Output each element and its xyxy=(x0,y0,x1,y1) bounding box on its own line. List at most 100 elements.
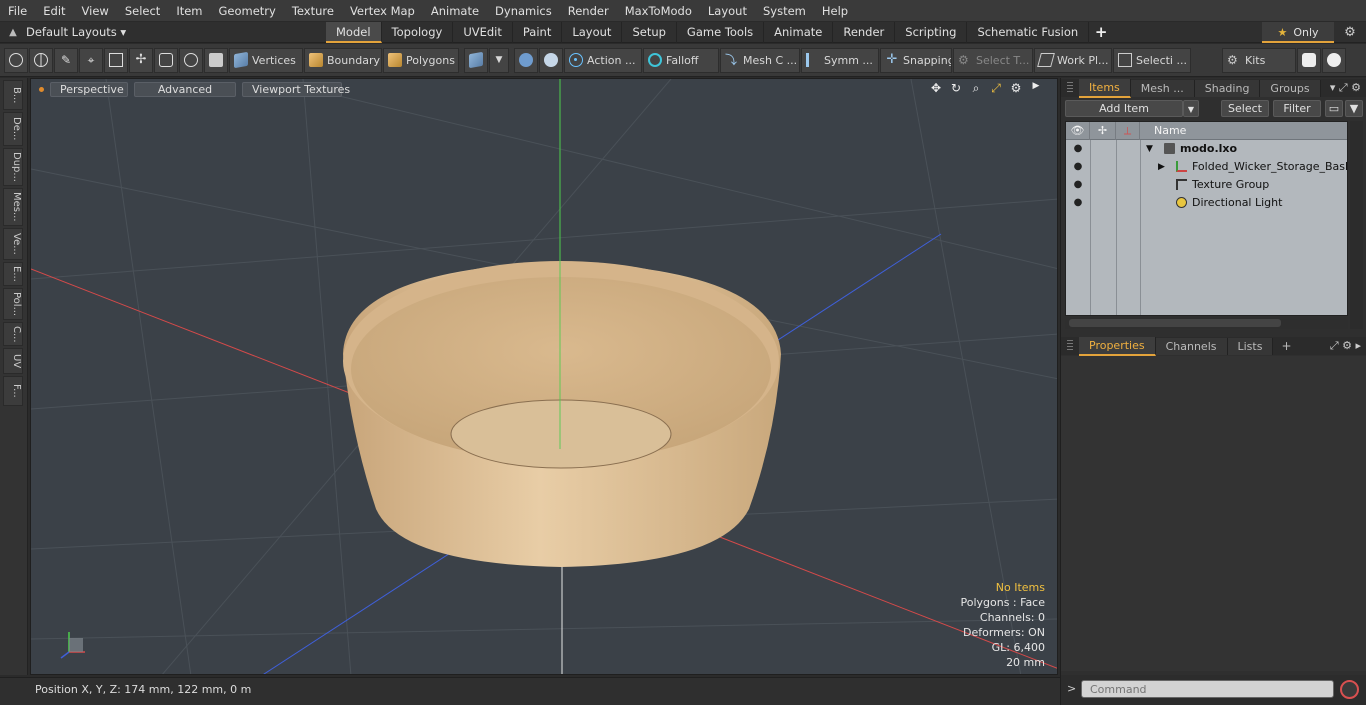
tab-model[interactable]: Model xyxy=(326,21,382,43)
3d-viewport[interactable]: Perspective Advanced Viewport Textures ✥… xyxy=(30,78,1058,675)
panel-options-icon[interactable]: ⤢ ⚙ ▸ xyxy=(1330,337,1361,355)
visibility-eye-icon[interactable]: ● xyxy=(1072,176,1084,194)
falloff-button[interactable]: Falloff xyxy=(643,47,719,73)
tab-game-tools[interactable]: Game Tools xyxy=(677,21,765,43)
tree-row-texture-group[interactable]: ● Texture Group xyxy=(1066,176,1347,194)
tab-groups[interactable]: Groups xyxy=(1260,79,1321,97)
kits-button[interactable]: ⚙ Kits xyxy=(1222,47,1296,73)
tree-horizontal-scrollbar[interactable] xyxy=(1065,317,1348,329)
strip-tab-curve[interactable]: C... xyxy=(3,322,23,346)
strip-tab-edge[interactable]: E... xyxy=(3,262,23,286)
tab-items[interactable]: Items xyxy=(1079,78,1131,98)
strip-tab-fusion[interactable]: F... xyxy=(3,376,23,406)
pivot-toggle-button[interactable] xyxy=(539,47,563,73)
command-input[interactable] xyxy=(1081,680,1334,698)
menu-vertex-map[interactable]: Vertex Map xyxy=(342,0,423,22)
selection-sets-button[interactable]: Selecti ... xyxy=(1113,47,1191,73)
menu-select[interactable]: Select xyxy=(117,0,168,22)
tab-layout[interactable]: Layout xyxy=(562,21,623,43)
panel-options-icon[interactable]: ▾ ⤢ ⚙ xyxy=(1330,79,1361,97)
scrollbar-thumb[interactable] xyxy=(1069,319,1281,327)
frame-button[interactable] xyxy=(154,47,178,73)
brush-tool-button[interactable]: ⌖ xyxy=(79,47,103,73)
align-button[interactable] xyxy=(104,47,128,73)
name-column-header[interactable]: Name xyxy=(1140,122,1347,140)
tab-lists[interactable]: Lists xyxy=(1227,337,1274,355)
timer-button[interactable] xyxy=(179,47,203,73)
menu-geometry[interactable]: Geometry xyxy=(211,0,284,22)
symmetry-button[interactable]: Symm ... xyxy=(801,47,879,73)
tab-render[interactable]: Render xyxy=(833,21,896,43)
polygons-button[interactable]: Polygons xyxy=(383,47,459,73)
menu-file[interactable]: File xyxy=(0,0,35,22)
filter-button[interactable]: Filter xyxy=(1273,100,1321,117)
tree-row-light[interactable]: ● Directional Light xyxy=(1066,194,1347,212)
add-tab-button[interactable]: + xyxy=(1089,23,1113,41)
globe-button[interactable] xyxy=(29,47,53,73)
tab-paint[interactable]: Paint xyxy=(513,21,563,43)
menu-system[interactable]: System xyxy=(755,0,814,22)
lock-column-icon[interactable]: ✢ xyxy=(1090,122,1116,140)
play-arrow-icon[interactable]: ▶ xyxy=(1029,81,1043,96)
record-macro-icon[interactable] xyxy=(1340,680,1359,699)
mode-dropdown-button[interactable]: ▼ xyxy=(489,47,509,73)
viewport-menu-icon[interactable] xyxy=(39,86,44,92)
panel-grip-icon[interactable] xyxy=(1067,340,1073,352)
tab-setup[interactable]: Setup xyxy=(622,21,677,43)
strip-tab-mesh-edit[interactable]: Mes... xyxy=(3,188,23,226)
menu-texture[interactable]: Texture xyxy=(284,0,342,22)
pen-tool-button[interactable]: ✎ xyxy=(54,47,78,73)
select-through-button[interactable]: ⚙ Select T... xyxy=(953,47,1033,73)
menu-animate[interactable]: Animate xyxy=(423,0,487,22)
work-plane-button[interactable]: Work Pl... xyxy=(1034,47,1112,73)
strip-tab-duplicate[interactable]: Dup... xyxy=(3,148,23,186)
tab-shading[interactable]: Shading xyxy=(1194,79,1261,97)
advanced-button[interactable]: Advanced xyxy=(134,81,236,97)
boundary-button[interactable]: Boundary xyxy=(304,47,382,73)
add-item-dropdown[interactable]: ▼ xyxy=(1183,100,1199,117)
tab-mesh[interactable]: Mesh ... xyxy=(1130,79,1195,97)
mesh-constraint-button[interactable]: ⤵ Mesh C ... xyxy=(720,47,800,73)
symmetry-toggle-button[interactable] xyxy=(514,47,538,73)
perspective-button[interactable]: Perspective xyxy=(50,81,128,97)
expand-arrow-icon[interactable]: ▶ xyxy=(1158,158,1165,176)
menu-layout[interactable]: Layout xyxy=(700,0,755,22)
tree-row-scene[interactable]: ● ▼ modo.lxo xyxy=(1066,140,1347,158)
add-panel-tab-button[interactable]: + xyxy=(1281,339,1291,353)
material-mode-button[interactable] xyxy=(464,47,488,73)
visibility-eye-icon[interactable]: ● xyxy=(1072,140,1084,158)
viewport-textures-button[interactable]: Viewport Textures xyxy=(242,81,350,97)
move-view-icon[interactable]: ✥ xyxy=(929,81,943,96)
strip-tab-deform[interactable]: De... xyxy=(3,112,23,146)
visibility-eye-icon[interactable]: ● xyxy=(1072,158,1084,176)
panel-grip-icon[interactable] xyxy=(1067,82,1073,94)
layout-toggle-icon[interactable]: ▲ xyxy=(0,27,26,38)
viewport-gear-icon[interactable]: ⚙ xyxy=(1009,81,1023,96)
menu-dynamics[interactable]: Dynamics xyxy=(487,0,560,22)
add-item-button[interactable]: Add Item xyxy=(1065,100,1183,117)
menu-edit[interactable]: Edit xyxy=(35,0,73,22)
crosshair-button[interactable]: ✢ xyxy=(129,47,153,73)
rotate-view-icon[interactable]: ↻ xyxy=(949,81,963,96)
maximize-view-icon[interactable]: ⤢ xyxy=(989,81,1003,96)
layout-selector[interactable]: Default Layouts ▾ xyxy=(26,25,326,39)
unity-button[interactable] xyxy=(1297,47,1321,73)
tree-row-mesh[interactable]: ● ▶ Folded_Wicker_Storage_Basket xyxy=(1066,158,1347,176)
snapping-button[interactable]: ✛ Snapping xyxy=(880,47,952,73)
visibility-eye-icon[interactable]: ● xyxy=(1072,194,1084,212)
strip-tab-basic[interactable]: B... xyxy=(3,80,23,110)
menu-item[interactable]: Item xyxy=(168,0,210,22)
tab-topology[interactable]: Topology xyxy=(382,21,454,43)
expand-arrow-icon[interactable]: ▼ xyxy=(1146,140,1153,158)
menu-maxtomodo[interactable]: MaxToModo xyxy=(617,0,700,22)
unreal-button[interactable] xyxy=(1322,47,1346,73)
zoom-view-icon[interactable]: ⌕ xyxy=(969,81,983,96)
tab-channels[interactable]: Channels xyxy=(1155,337,1228,355)
tab-properties[interactable]: Properties xyxy=(1079,336,1156,356)
tab-schematic-fusion[interactable]: Schematic Fusion xyxy=(967,21,1090,43)
gear-icon[interactable]: ⚙ xyxy=(1340,22,1360,43)
menu-help[interactable]: Help xyxy=(814,0,856,22)
tab-uvedit[interactable]: UVEdit xyxy=(453,21,513,43)
tree-vertical-scrollbar[interactable] xyxy=(1350,121,1363,329)
menu-view[interactable]: View xyxy=(74,0,117,22)
